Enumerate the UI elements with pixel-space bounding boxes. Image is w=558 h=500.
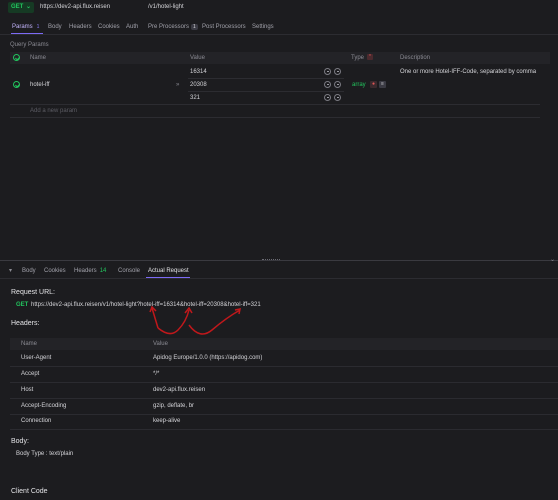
resize-handle[interactable]	[262, 259, 280, 262]
body-type: Body Type : text/plain	[16, 451, 74, 457]
tab-cookies[interactable]: Cookies	[98, 24, 120, 30]
param-enabled-checkbox[interactable]	[13, 81, 20, 88]
tab-post-processors[interactable]: Post Processors	[202, 24, 246, 30]
header-value: Apidog Europe/1.0.0 (https://apidog.com)	[153, 355, 263, 361]
row-divider	[10, 104, 540, 105]
col-description: Description	[400, 55, 431, 61]
required-icon[interactable]: ●	[370, 81, 377, 88]
col-value: Value	[190, 55, 205, 61]
tab-response-headers-badge: 14	[99, 268, 107, 274]
client-code-label: Client Code	[11, 488, 48, 495]
add-param-input[interactable]: Add a new param	[30, 108, 77, 114]
param-type[interactable]: array	[352, 82, 366, 88]
header-name: Accept	[21, 371, 40, 377]
remove-value-icon[interactable]	[324, 68, 331, 75]
remove-value-icon[interactable]	[324, 81, 331, 88]
app-root: { "request": { "method": "GET", "base_ur…	[0, 0, 558, 500]
remove-value-icon[interactable]	[324, 94, 331, 101]
type-required-icon: *	[367, 54, 373, 60]
header-name: User-Agent	[21, 355, 52, 361]
header-row-divider	[10, 414, 558, 415]
tab-pre-processors[interactable]: Pre Processors 1	[148, 24, 198, 30]
param-description[interactable]: One or more Hotel-IFF-Code, separated by…	[400, 69, 536, 75]
headers-label: Headers:	[11, 320, 40, 327]
col-header-value: Value	[153, 341, 168, 347]
chevron-down-icon: ⌄	[25, 4, 31, 10]
body-label: Body:	[11, 438, 29, 445]
add-value-icon[interactable]	[334, 68, 341, 75]
header-value: */*	[153, 371, 160, 377]
value-divider	[188, 78, 344, 79]
param-value-1[interactable]: 16314	[190, 69, 207, 75]
header-name: Connection	[21, 418, 52, 424]
base-url: https://dev2-api.flux.reisen	[40, 4, 111, 10]
params-header-row: Name Value Type * Description	[10, 52, 550, 64]
check-all-icon[interactable]	[13, 54, 20, 61]
param-name[interactable]: hotel-iff	[30, 82, 50, 88]
tab-response-cookies[interactable]: Cookies	[44, 268, 66, 274]
collapse-icon[interactable]: ▾	[9, 267, 12, 274]
header-row-divider	[10, 429, 558, 430]
request-url-label: Request URL:	[11, 289, 55, 296]
header-row-divider	[10, 366, 558, 367]
tab-pre-processors-badge: 1	[191, 24, 198, 30]
param-value-2[interactable]: 20308	[190, 82, 207, 88]
col-header-name: Name	[21, 341, 38, 347]
tabs-divider	[0, 34, 558, 35]
actual-method: GET	[16, 302, 29, 308]
query-params-label: Query Params	[10, 42, 49, 48]
header-value: dev2-api.flux.reisen	[153, 387, 206, 393]
row-divider	[10, 117, 540, 118]
col-name: Name	[30, 55, 47, 61]
tab-headers[interactable]: Headers	[69, 24, 92, 30]
tab-response-body[interactable]: Body	[22, 268, 36, 274]
tab-actual-request[interactable]: Actual Request	[148, 268, 189, 274]
header-row-divider	[10, 398, 558, 399]
annotation-arrows	[149, 305, 241, 335]
header-row-divider	[10, 382, 558, 383]
col-type: Type	[351, 55, 365, 61]
menu-icon[interactable]: ≡	[379, 81, 386, 88]
tab-console[interactable]: Console	[118, 268, 140, 274]
tab-pre-processors-label: Pre Processors	[148, 24, 190, 30]
tab-response-headers-label: Headers	[74, 268, 97, 274]
header-name: Host	[21, 387, 34, 393]
param-drag-handle[interactable]: »	[176, 82, 179, 88]
tab-params-label: Params	[12, 24, 33, 30]
tab-params[interactable]: Params 1	[12, 24, 41, 30]
url-path: /v1/hotel-light	[148, 4, 184, 10]
tab-params-badge: 1	[36, 24, 40, 30]
tab-auth[interactable]: Auth	[126, 24, 138, 30]
header-value: gzip, deflate, br	[153, 403, 195, 409]
value-divider	[188, 91, 344, 92]
chevron-down-icon[interactable]: ⌄	[550, 256, 555, 263]
header-value: keep-alive	[153, 418, 181, 424]
method-select[interactable]: GET ⌄	[8, 2, 34, 13]
url-input[interactable]: https://dev2-api.flux.reisen /v1/hotel-l…	[38, 3, 218, 12]
response-tabs-divider	[0, 278, 558, 279]
tab-settings[interactable]: Settings	[252, 24, 274, 30]
method-label: GET	[11, 4, 24, 10]
actual-full-url: https://dev2-api.flux.reisen/v1/hotel-li…	[31, 302, 261, 308]
headers-table-header: Name Value	[10, 338, 558, 350]
add-value-icon[interactable]	[334, 81, 341, 88]
tab-response-headers[interactable]: Headers 14	[74, 268, 106, 274]
param-value-3[interactable]: 321	[190, 95, 200, 101]
header-name: Accept-Encoding	[21, 403, 67, 409]
add-value-icon[interactable]	[334, 94, 341, 101]
tab-body[interactable]: Body	[48, 24, 62, 30]
